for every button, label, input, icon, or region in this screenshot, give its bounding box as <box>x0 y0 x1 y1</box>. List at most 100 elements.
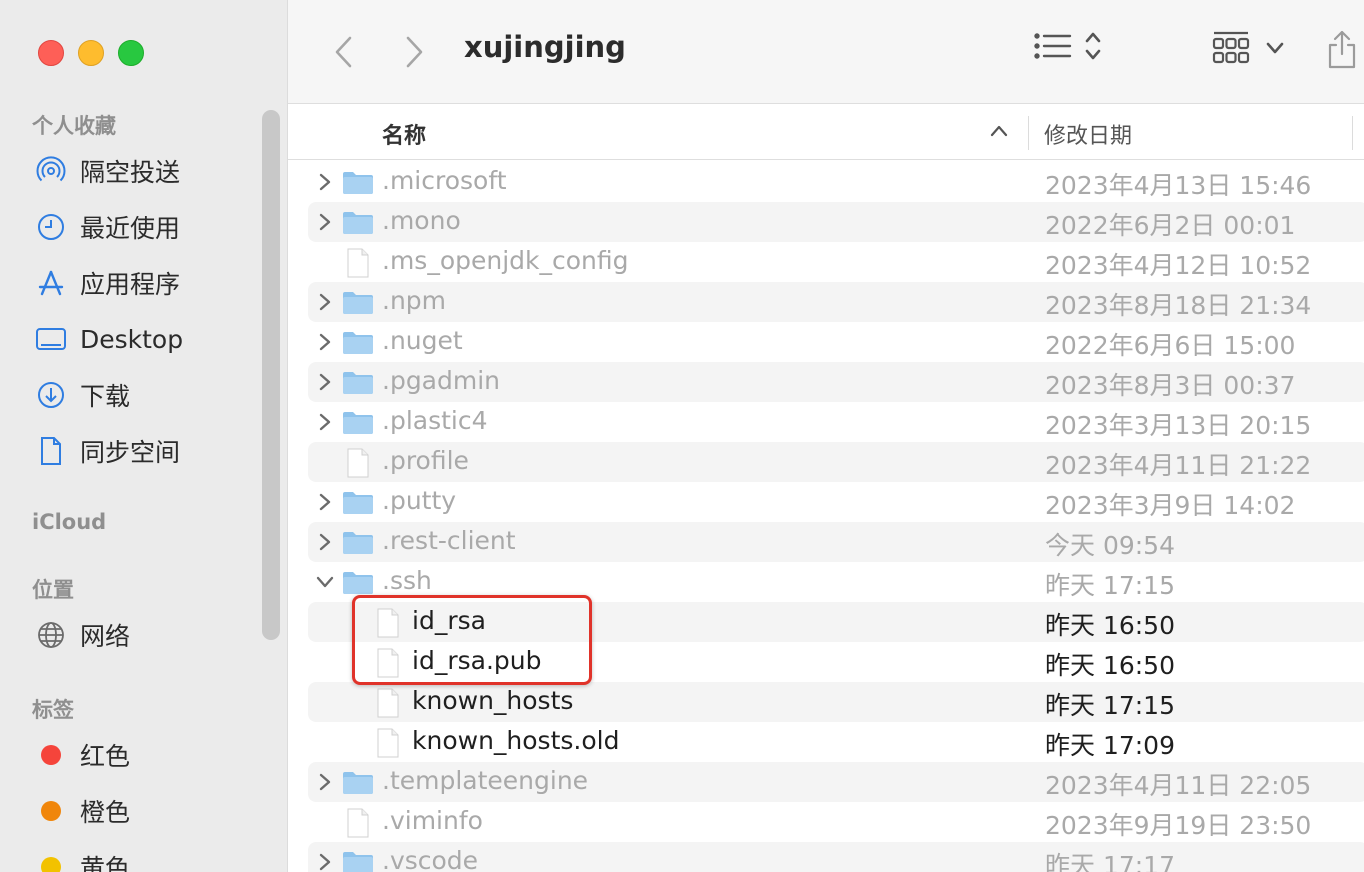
column-header: 名称 修改日期 <box>288 104 1364 160</box>
sidebar-item-label: 下载 <box>80 382 131 411</box>
file-date: 2022年6月2日 00:01 <box>1045 211 1296 240</box>
sidebar-item-sync-space[interactable]: 同步空间 <box>34 429 180 473</box>
tag-yellow-dot-icon <box>34 850 68 872</box>
file-name: .profile <box>382 446 469 475</box>
sidebar-item-applications[interactable]: 应用程序 <box>34 261 180 305</box>
name-column-header[interactable]: 名称 <box>382 118 426 150</box>
favorites-header: 个人收藏 <box>32 114 116 138</box>
close-window-button[interactable] <box>38 40 64 66</box>
folder-icon <box>342 408 374 436</box>
file-name: .putty <box>382 486 457 515</box>
sidebar-item-network[interactable]: 网络 <box>34 613 130 657</box>
sidebar-item-tag-red[interactable]: 红色 <box>34 733 130 777</box>
file-row[interactable]: .vscode 昨天 17:17 <box>308 842 1364 872</box>
file-date: 昨天 17:15 <box>1045 691 1175 720</box>
column-divider[interactable] <box>1352 116 1353 150</box>
file-date: 昨天 16:50 <box>1045 611 1175 640</box>
file-date: 2023年4月11日 21:22 <box>1045 451 1312 480</box>
file-date: 昨天 17:17 <box>1045 851 1175 872</box>
file-name: .microsoft <box>382 166 507 195</box>
minimize-window-button[interactable] <box>78 40 104 66</box>
group-options-button[interactable] <box>1212 30 1284 66</box>
disclosure-expanded-icon[interactable] <box>314 571 336 593</box>
sidebar-scrollbar[interactable] <box>262 110 280 640</box>
clock-icon <box>34 210 68 244</box>
download-icon <box>34 378 68 412</box>
folder-icon <box>342 168 374 196</box>
file-date: 2023年8月3日 00:37 <box>1045 371 1296 400</box>
sidebar-item-tag-yellow[interactable]: 黄色 <box>34 845 130 872</box>
tags-header: 标签 <box>32 698 74 722</box>
file-row[interactable]: .profile 2023年4月11日 21:22 <box>308 442 1364 482</box>
file-row[interactable]: .ms_openjdk_config 2023年4月12日 10:52 <box>308 242 1364 282</box>
locations-header: 位置 <box>32 578 74 602</box>
annotation-highlight-box <box>352 595 592 685</box>
file-row[interactable]: known_hosts 昨天 17:15 <box>308 682 1364 722</box>
list-view-icon <box>1034 33 1072 59</box>
file-row[interactable]: .npm 2023年8月18日 21:34 <box>308 282 1364 322</box>
grid-group-icon <box>1212 31 1250 64</box>
file-date: 2023年4月11日 22:05 <box>1045 771 1312 800</box>
sidebar-item-recents[interactable]: 最近使用 <box>34 205 180 249</box>
file-row[interactable]: .mono 2022年6月2日 00:01 <box>308 202 1364 242</box>
disclosure-collapsed-icon[interactable] <box>314 291 336 313</box>
file-row[interactable]: known_hosts.old 昨天 17:09 <box>308 722 1364 762</box>
sidebar-item-label: 最近使用 <box>80 214 181 243</box>
file-row[interactable]: .plastic4 2023年3月13日 20:15 <box>308 402 1364 442</box>
back-button[interactable] <box>326 34 362 70</box>
disclosure-collapsed-icon[interactable] <box>314 411 336 433</box>
file-name: .vscode <box>382 846 479 872</box>
globe-icon <box>34 618 68 652</box>
sidebar-item-desktop[interactable]: Desktop <box>34 317 183 361</box>
view-list-button[interactable] <box>1034 30 1102 62</box>
date-column-header[interactable]: 修改日期 <box>1044 118 1132 150</box>
file-row[interactable]: .viminfo 2023年9月19日 23:50 <box>308 802 1364 842</box>
share-button[interactable] <box>1326 30 1358 70</box>
folder-icon <box>342 288 374 316</box>
document-icon <box>34 434 68 468</box>
document-icon <box>342 248 374 278</box>
folder-icon <box>342 768 374 796</box>
document-icon <box>342 448 374 478</box>
file-row[interactable]: .microsoft 2023年4月13日 15:46 <box>308 162 1364 202</box>
file-list: .microsoft 2023年4月13日 15:46 .mono 2022年6月2日… <box>288 160 1364 872</box>
sidebar-item-label: 网络 <box>80 622 131 651</box>
disclosure-collapsed-icon[interactable] <box>314 211 336 233</box>
disclosure-collapsed-icon[interactable] <box>314 331 336 353</box>
file-name: known_hosts <box>412 686 574 715</box>
column-divider[interactable] <box>1028 116 1029 150</box>
folder-icon <box>342 568 374 596</box>
toolbar: xujingjing <box>288 0 1364 104</box>
file-name: .npm <box>382 286 447 315</box>
forward-button[interactable] <box>396 34 432 70</box>
file-name: .plastic4 <box>382 406 488 435</box>
tag-orange-dot-icon <box>34 794 68 828</box>
disclosure-collapsed-icon[interactable] <box>314 851 336 872</box>
file-date: 今天 09:54 <box>1045 531 1175 560</box>
sidebar-item-label: Desktop <box>80 324 184 354</box>
document-icon <box>372 728 404 758</box>
sidebar-item-label: 黄色 <box>80 854 131 872</box>
file-date: 2023年8月18日 21:34 <box>1045 291 1312 320</box>
disclosure-collapsed-icon[interactable] <box>314 491 336 513</box>
disclosure-collapsed-icon[interactable] <box>314 771 336 793</box>
zoom-window-button[interactable] <box>118 40 144 66</box>
file-name: .nuget <box>382 326 463 355</box>
file-row[interactable]: .rest-client 今天 09:54 <box>308 522 1364 562</box>
sidebar-item-label: 红色 <box>80 742 131 771</box>
file-date: 昨天 16:50 <box>1045 651 1175 680</box>
file-row[interactable]: .putty 2023年3月9日 14:02 <box>308 482 1364 522</box>
sort-ascending-icon[interactable] <box>990 122 1008 141</box>
file-row[interactable]: .nuget 2022年6月6日 15:00 <box>308 322 1364 362</box>
file-row[interactable]: .templateengine 2023年4月11日 22:05 <box>308 762 1364 802</box>
sidebar-item-label: 应用程序 <box>80 270 181 299</box>
file-row[interactable]: .pgadmin 2023年8月3日 00:37 <box>308 362 1364 402</box>
disclosure-collapsed-icon[interactable] <box>314 531 336 553</box>
sidebar-item-tag-orange[interactable]: 橙色 <box>34 789 130 833</box>
disclosure-collapsed-icon[interactable] <box>314 371 336 393</box>
sidebar-item-downloads[interactable]: 下载 <box>34 373 130 417</box>
sidebar-item-airdrop[interactable]: 隔空投送 <box>34 149 180 193</box>
disclosure-collapsed-icon[interactable] <box>314 171 336 193</box>
folder-icon <box>342 328 374 356</box>
file-name: .ssh <box>382 566 432 595</box>
